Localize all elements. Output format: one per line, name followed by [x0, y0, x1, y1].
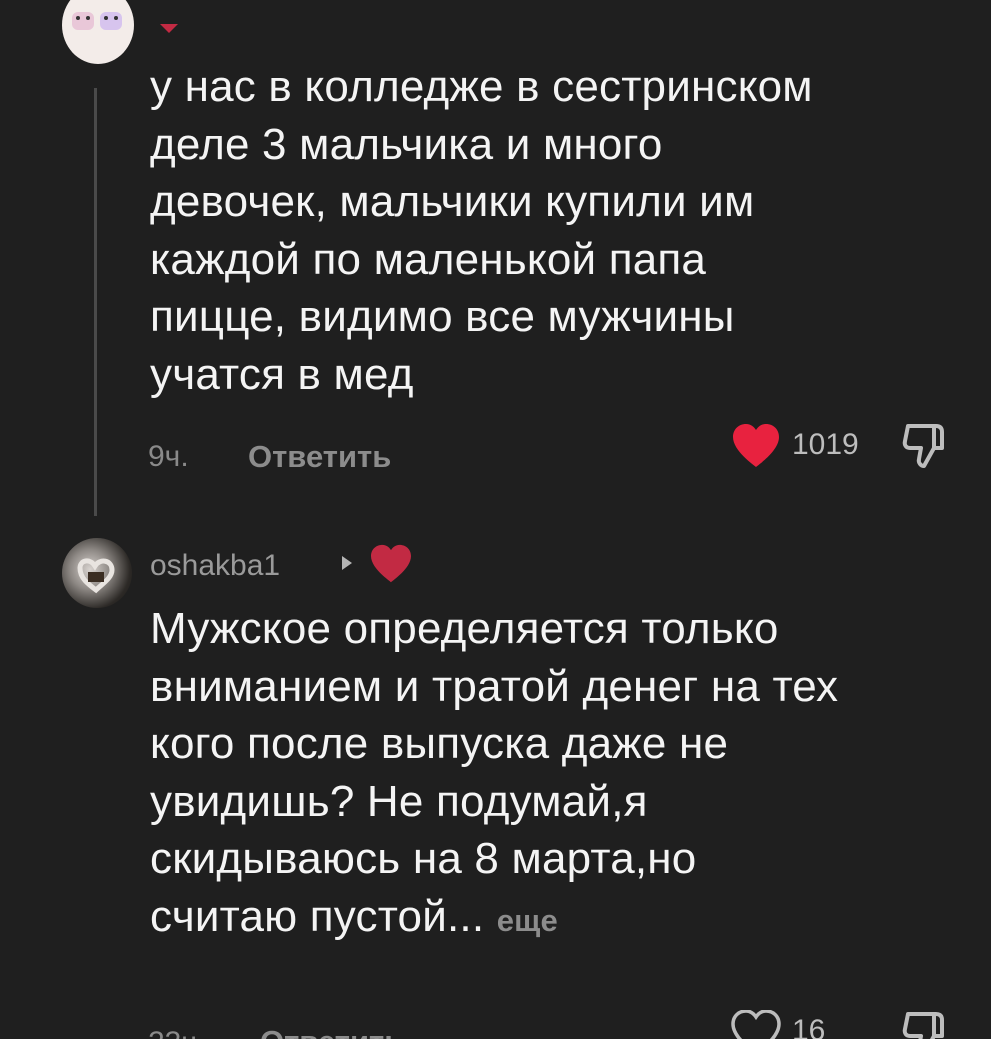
comment-time: 23ч. — [148, 1026, 205, 1039]
comment-text: у нас в колледже в сестринском деле 3 ма… — [150, 58, 813, 403]
comment-text-line: вниманием и тратой денег на тех — [150, 661, 839, 711]
more-link[interactable]: еще — [497, 903, 558, 938]
heart-badge-icon — [160, 24, 178, 33]
username[interactable]: oshakba1 — [150, 549, 280, 583]
avatar[interactable] — [62, 0, 134, 64]
like-count: 1019 — [792, 428, 859, 461]
sticker-face-icon — [72, 12, 94, 30]
comment-text-line: пицце, видимо все мужчины — [150, 292, 735, 341]
reply-button[interactable]: Ответить — [248, 439, 391, 475]
play-arrow-icon — [342, 556, 352, 570]
hands-heart-icon — [77, 558, 115, 594]
reply-button[interactable]: Ответить — [260, 1024, 403, 1039]
comment-text-line: увидишь? Не подумай,я — [150, 776, 648, 826]
comment-text-line: кого после выпуска даже не — [150, 719, 729, 768]
comment-text-line: каждой по маленькой папа — [150, 234, 707, 284]
comment-text-line: Мужское определяется только — [150, 604, 779, 653]
reply-thread-line — [94, 88, 97, 516]
heart-badge-icon — [371, 544, 411, 583]
comment-text-line: считаю пустой... еще — [150, 888, 838, 950]
comment-text-line: девочек, мальчики купили им — [150, 177, 755, 226]
dislike-icon[interactable] — [900, 420, 952, 472]
heart-outline-icon[interactable] — [731, 1010, 781, 1039]
heart-filled-icon[interactable] — [731, 423, 781, 469]
comment-time: 9ч. — [148, 440, 189, 473]
comment-text-truncated: считаю пустой... — [150, 891, 485, 941]
comment-text-line: у нас в колледже в сестринском — [150, 62, 813, 111]
like-count: 16 — [792, 1014, 826, 1039]
comment-text-line: деле 3 мальчика и много — [150, 119, 663, 169]
avatar[interactable] — [62, 538, 132, 608]
sticker-face-icon — [100, 12, 122, 30]
comment-text-line: скидываюсь на 8 марта,но — [150, 834, 697, 883]
comment-text: Мужское определяется только вниманием и … — [150, 600, 838, 949]
comment-text-line: учатся в мед — [150, 349, 414, 399]
dislike-icon[interactable] — [900, 1008, 952, 1039]
